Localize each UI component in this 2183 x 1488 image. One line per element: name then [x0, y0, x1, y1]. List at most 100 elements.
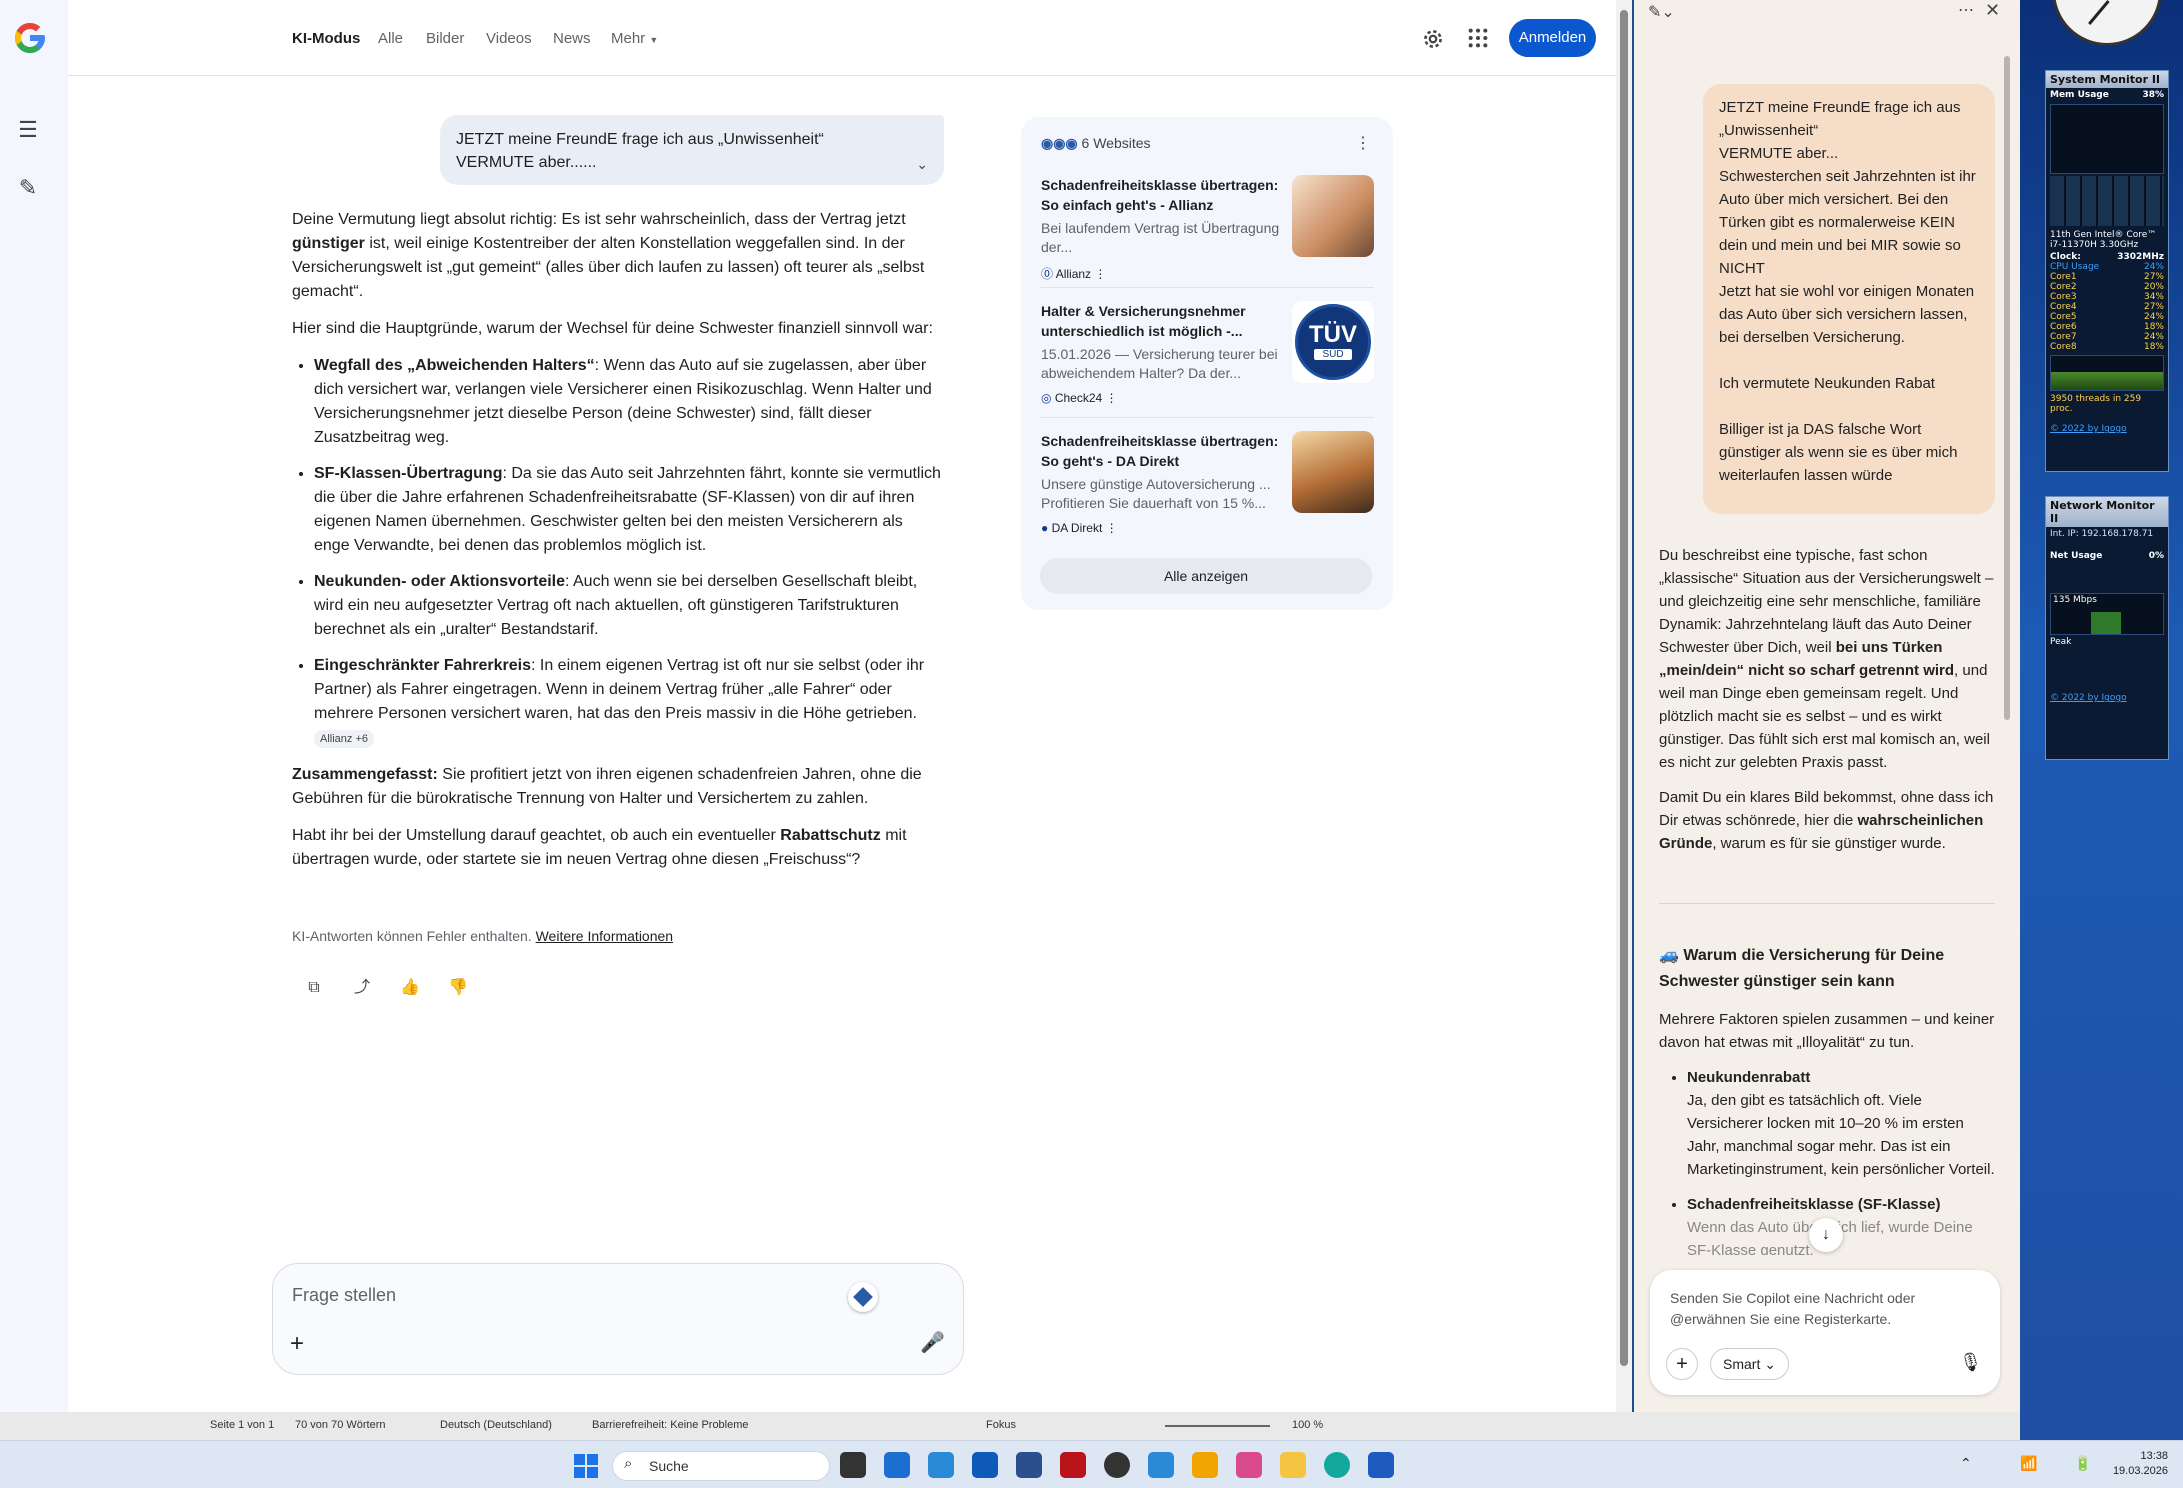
divider [1659, 903, 1995, 904]
more-options-icon[interactable]: ⋮ [1106, 521, 1118, 535]
copilot-new-chat-icon[interactable]: ✎⌄ [1648, 2, 1675, 22]
clock-date: 19.03.2026 [2112, 1465, 2168, 1477]
tab-ki-modus[interactable]: KI-Modus [292, 30, 360, 47]
history-list-icon[interactable]: ☰ [14, 116, 42, 144]
file-explorer-icon[interactable] [1280, 1452, 1306, 1478]
snipping-tool-icon[interactable] [1236, 1452, 1262, 1478]
source-item[interactable]: Schadenfreiheitsklasse übertragen: So ei… [1041, 175, 1374, 282]
zoom-slider[interactable] [1165, 1425, 1270, 1427]
apps-grid-icon[interactable] [1467, 27, 1489, 49]
mode-selector[interactable]: Smart ⌄ [1710, 1348, 1789, 1380]
app-icon[interactable] [1104, 1452, 1130, 1478]
tuv-sub: SÜD [1314, 349, 1352, 360]
new-chat-icon[interactable]: ✎ [14, 174, 42, 202]
copilot-scrollbar[interactable] [2004, 56, 2010, 720]
signin-button[interactable]: Anmelden [1509, 19, 1596, 57]
threads-info: 3950 threads in 259 proc. [2050, 394, 2142, 414]
task-view-icon[interactable] [840, 1452, 866, 1478]
answer-p3-bold: Zusammengefasst: [292, 766, 438, 783]
more-options-icon[interactable]: ⋮ [1094, 267, 1106, 281]
tab-alle[interactable]: Alle [378, 30, 403, 47]
wifi-icon[interactable]: 📶 [2020, 1455, 2037, 1472]
query-line-1: JETZT meine FreundE frage ich aus „Unwis… [456, 131, 824, 148]
outlook-icon[interactable] [972, 1452, 998, 1478]
taskbar-search[interactable]: Suche [612, 1451, 830, 1481]
answer-p1-b: günstiger [292, 235, 365, 252]
page-count[interactable]: Seite 1 von 1 [210, 1419, 274, 1431]
ask-input[interactable]: Frage stellen [292, 1285, 396, 1306]
int-ip: Int. IP: 192.168.178.71 [2050, 529, 2154, 539]
tab-videos[interactable]: Videos [486, 30, 532, 47]
focus-mode[interactable]: Fokus [986, 1419, 1016, 1431]
more-info-link[interactable]: Weitere Informationen [536, 928, 673, 944]
copilot-heading: 🚙 Warum die Versicherung für Deine Schwe… [1659, 947, 1945, 990]
windows-start-icon[interactable] [574, 1454, 598, 1478]
word-status-bar: Seite 1 von 1 70 von 70 Wörtern Deutsch … [0, 1412, 2020, 1440]
system-monitor-gadget: System Monitor II Mem Usage 38% 11th Gen… [2045, 70, 2169, 472]
answer-paragraph-4: Habt ihr bei der Umstellung darauf geach… [292, 824, 942, 872]
edge-icon[interactable] [1324, 1452, 1350, 1478]
language[interactable]: Deutsch (Deutschland) [440, 1419, 552, 1431]
source-site: ⓪ Allianz ⋮ [1041, 265, 1374, 282]
microphone-icon[interactable]: 🎙 [1959, 1352, 1982, 1373]
allianz-logo-icon: ⓪ [1041, 267, 1054, 281]
copilot-paragraph-2: Damit Du ein klares Bild bekommst, ohne … [1659, 786, 1995, 855]
more-options-icon[interactable]: ⋮ [1106, 391, 1118, 405]
battery-icon[interactable]: 🔋 [2074, 1455, 2091, 1472]
word-count[interactable]: 70 von 70 Wörtern [295, 1419, 386, 1431]
store-icon[interactable] [884, 1452, 910, 1478]
thumbs-up-icon[interactable]: 👍 [398, 976, 422, 1000]
lens-icon[interactable] [848, 1282, 878, 1312]
close-icon[interactable]: ✕ [1985, 0, 2000, 21]
share-icon[interactable]: ⤴ [350, 976, 374, 1000]
source-site: ◎ Check24 ⋮ [1041, 391, 1374, 405]
sysmon-footer[interactable]: © 2022 by Igogo [2046, 414, 2168, 434]
copy-icon[interactable]: ⧉ [302, 976, 326, 1000]
copilot-input-box[interactable]: Senden Sie Copilot eine Nachricht oder @… [1650, 1270, 2000, 1395]
answer-paragraph-3: Zusammengefasst: Sie profitiert jetzt vo… [292, 763, 942, 811]
google-logo-icon[interactable] [12, 20, 48, 56]
bullet-title: Wegfall des „Abweichenden Halters“ [314, 357, 595, 374]
app-icon[interactable] [1148, 1452, 1174, 1478]
more-options-icon[interactable]: ⋮ [1355, 133, 1371, 153]
clock-time: 13:38 [2140, 1450, 2168, 1462]
accessibility[interactable]: Barrierefreiheit: Keine Probleme [592, 1419, 749, 1431]
app-icon[interactable] [1192, 1452, 1218, 1478]
source-item[interactable]: Halter & Versicherungsnehmer unterschied… [1041, 301, 1374, 405]
tab-mehr[interactable]: Mehr ▼ [611, 30, 658, 47]
netmon-footer[interactable]: © 2022 by Igogo [2046, 647, 2168, 703]
thumbs-down-icon[interactable]: 👎 [446, 976, 470, 1000]
core-value: 20% [2143, 282, 2164, 292]
add-icon[interactable]: + [290, 1330, 304, 1358]
show-all-button[interactable]: Alle anzeigen [1040, 558, 1372, 594]
tab-news[interactable]: News [553, 30, 591, 47]
core-row: Core2 20% [2050, 282, 2164, 292]
word-icon[interactable] [1368, 1452, 1394, 1478]
microphone-icon[interactable]: 🎤 [920, 1330, 945, 1355]
tab-bilder[interactable]: Bilder [426, 30, 464, 47]
app-icon[interactable] [928, 1452, 954, 1478]
scrollbar-thumb[interactable] [1620, 10, 1628, 1366]
source-title: Halter & Versicherungsnehmer unterschied… [1041, 303, 1246, 339]
core-row: Core5 24% [2050, 312, 2164, 322]
more-options-icon[interactable]: ⋯ [1958, 0, 1974, 20]
core-value: 27% [2143, 302, 2164, 312]
core-value: 18% [2143, 322, 2164, 332]
tray-chevron-icon[interactable]: ⌃ [1960, 1455, 1972, 1472]
add-icon[interactable]: + [1666, 1348, 1698, 1380]
core-row: Core4 27% [2050, 302, 2164, 312]
sources-panel: ◉◉◉ 6 Websites ⋮ Schadenfreiheitsklasse … [1021, 117, 1393, 610]
filezilla-icon[interactable] [1060, 1452, 1086, 1478]
settings-gear-icon[interactable] [1420, 26, 1446, 52]
source-chip[interactable]: Allianz +6 [314, 730, 375, 748]
zoom-level[interactable]: 100 % [1292, 1419, 1323, 1431]
scroll-down-icon[interactable]: ↓ [1809, 1218, 1843, 1252]
copilot-input[interactable]: Senden Sie Copilot eine Nachricht oder @… [1670, 1288, 1960, 1330]
source-item[interactable]: Schadenfreiheitsklasse übertragen: So ge… [1041, 431, 1374, 535]
user-query-bubble[interactable]: JETZT meine FreundE frage ich aus „Unwis… [440, 115, 944, 185]
taskbar-clock[interactable]: 13:38 19.03.2026 [2096, 1449, 2168, 1479]
expand-chevron-icon[interactable]: ⌄ [916, 153, 928, 176]
app-icon[interactable] [1016, 1452, 1042, 1478]
ask-box[interactable] [272, 1263, 964, 1375]
core-value: 27% [2143, 272, 2164, 282]
